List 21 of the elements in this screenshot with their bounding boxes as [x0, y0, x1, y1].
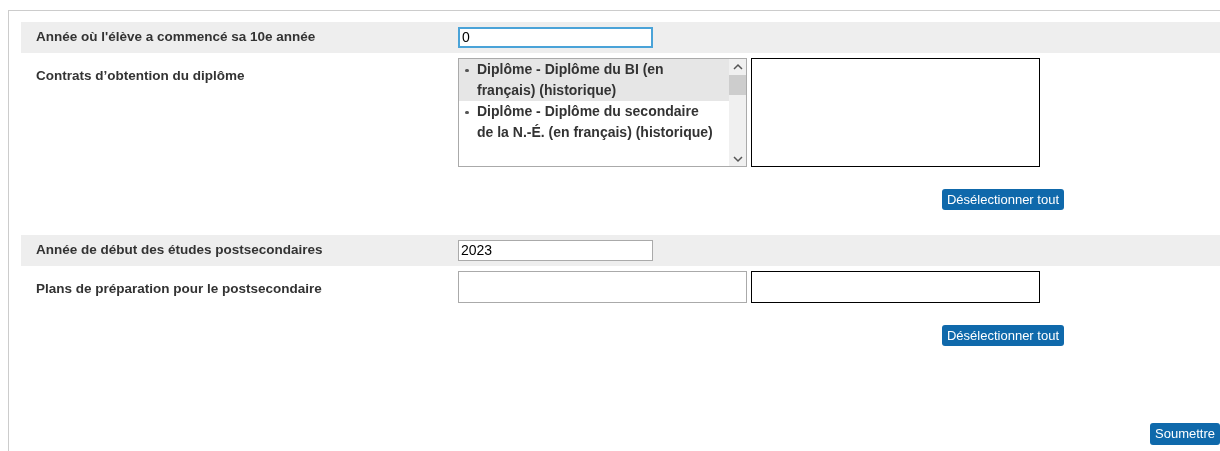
scroll-up-icon[interactable] [732, 63, 743, 71]
selection-box[interactable] [751, 58, 1040, 167]
option-text: Diplôme - Diplôme du secondaire de la N.-É. (en français) (historique) [477, 102, 714, 142]
selection-box[interactable] [751, 271, 1040, 303]
field-label: Année de début des études postsecondaires [35, 241, 324, 260]
submit-button[interactable]: Soumettre [1150, 423, 1220, 445]
field-label: Plans de préparation pour le postsecondaire [35, 280, 323, 298]
option-text: Diplôme - Diplôme du BI (en français) (historique) [477, 60, 665, 100]
bullet-icon [465, 111, 469, 114]
list-option[interactable]: Diplôme - Diplôme du BI (en français) (historique) [459, 59, 729, 101]
option-list[interactable]: Diplôme - Diplôme du BI (en français) (historique) Diplôme - Diplôme du secondaire de la N.-É. (en français) (historique) [458, 58, 747, 167]
bullet-icon [465, 69, 469, 72]
deselect-all-button[interactable]: Désélectionner tout [942, 325, 1064, 346]
field-label: Année où l'élève a commencé sa 10e année [35, 28, 317, 47]
text-field[interactable]: 2023 [458, 240, 653, 261]
scroll-thumb[interactable] [729, 75, 746, 95]
text-field[interactable]: 0 [458, 27, 653, 48]
scrollbar[interactable] [729, 59, 746, 166]
field-label: Contrats d’obtention du diplôme [35, 67, 246, 85]
deselect-all-button[interactable]: Désélectionner tout [942, 189, 1064, 210]
scroll-down-icon[interactable] [732, 155, 743, 163]
